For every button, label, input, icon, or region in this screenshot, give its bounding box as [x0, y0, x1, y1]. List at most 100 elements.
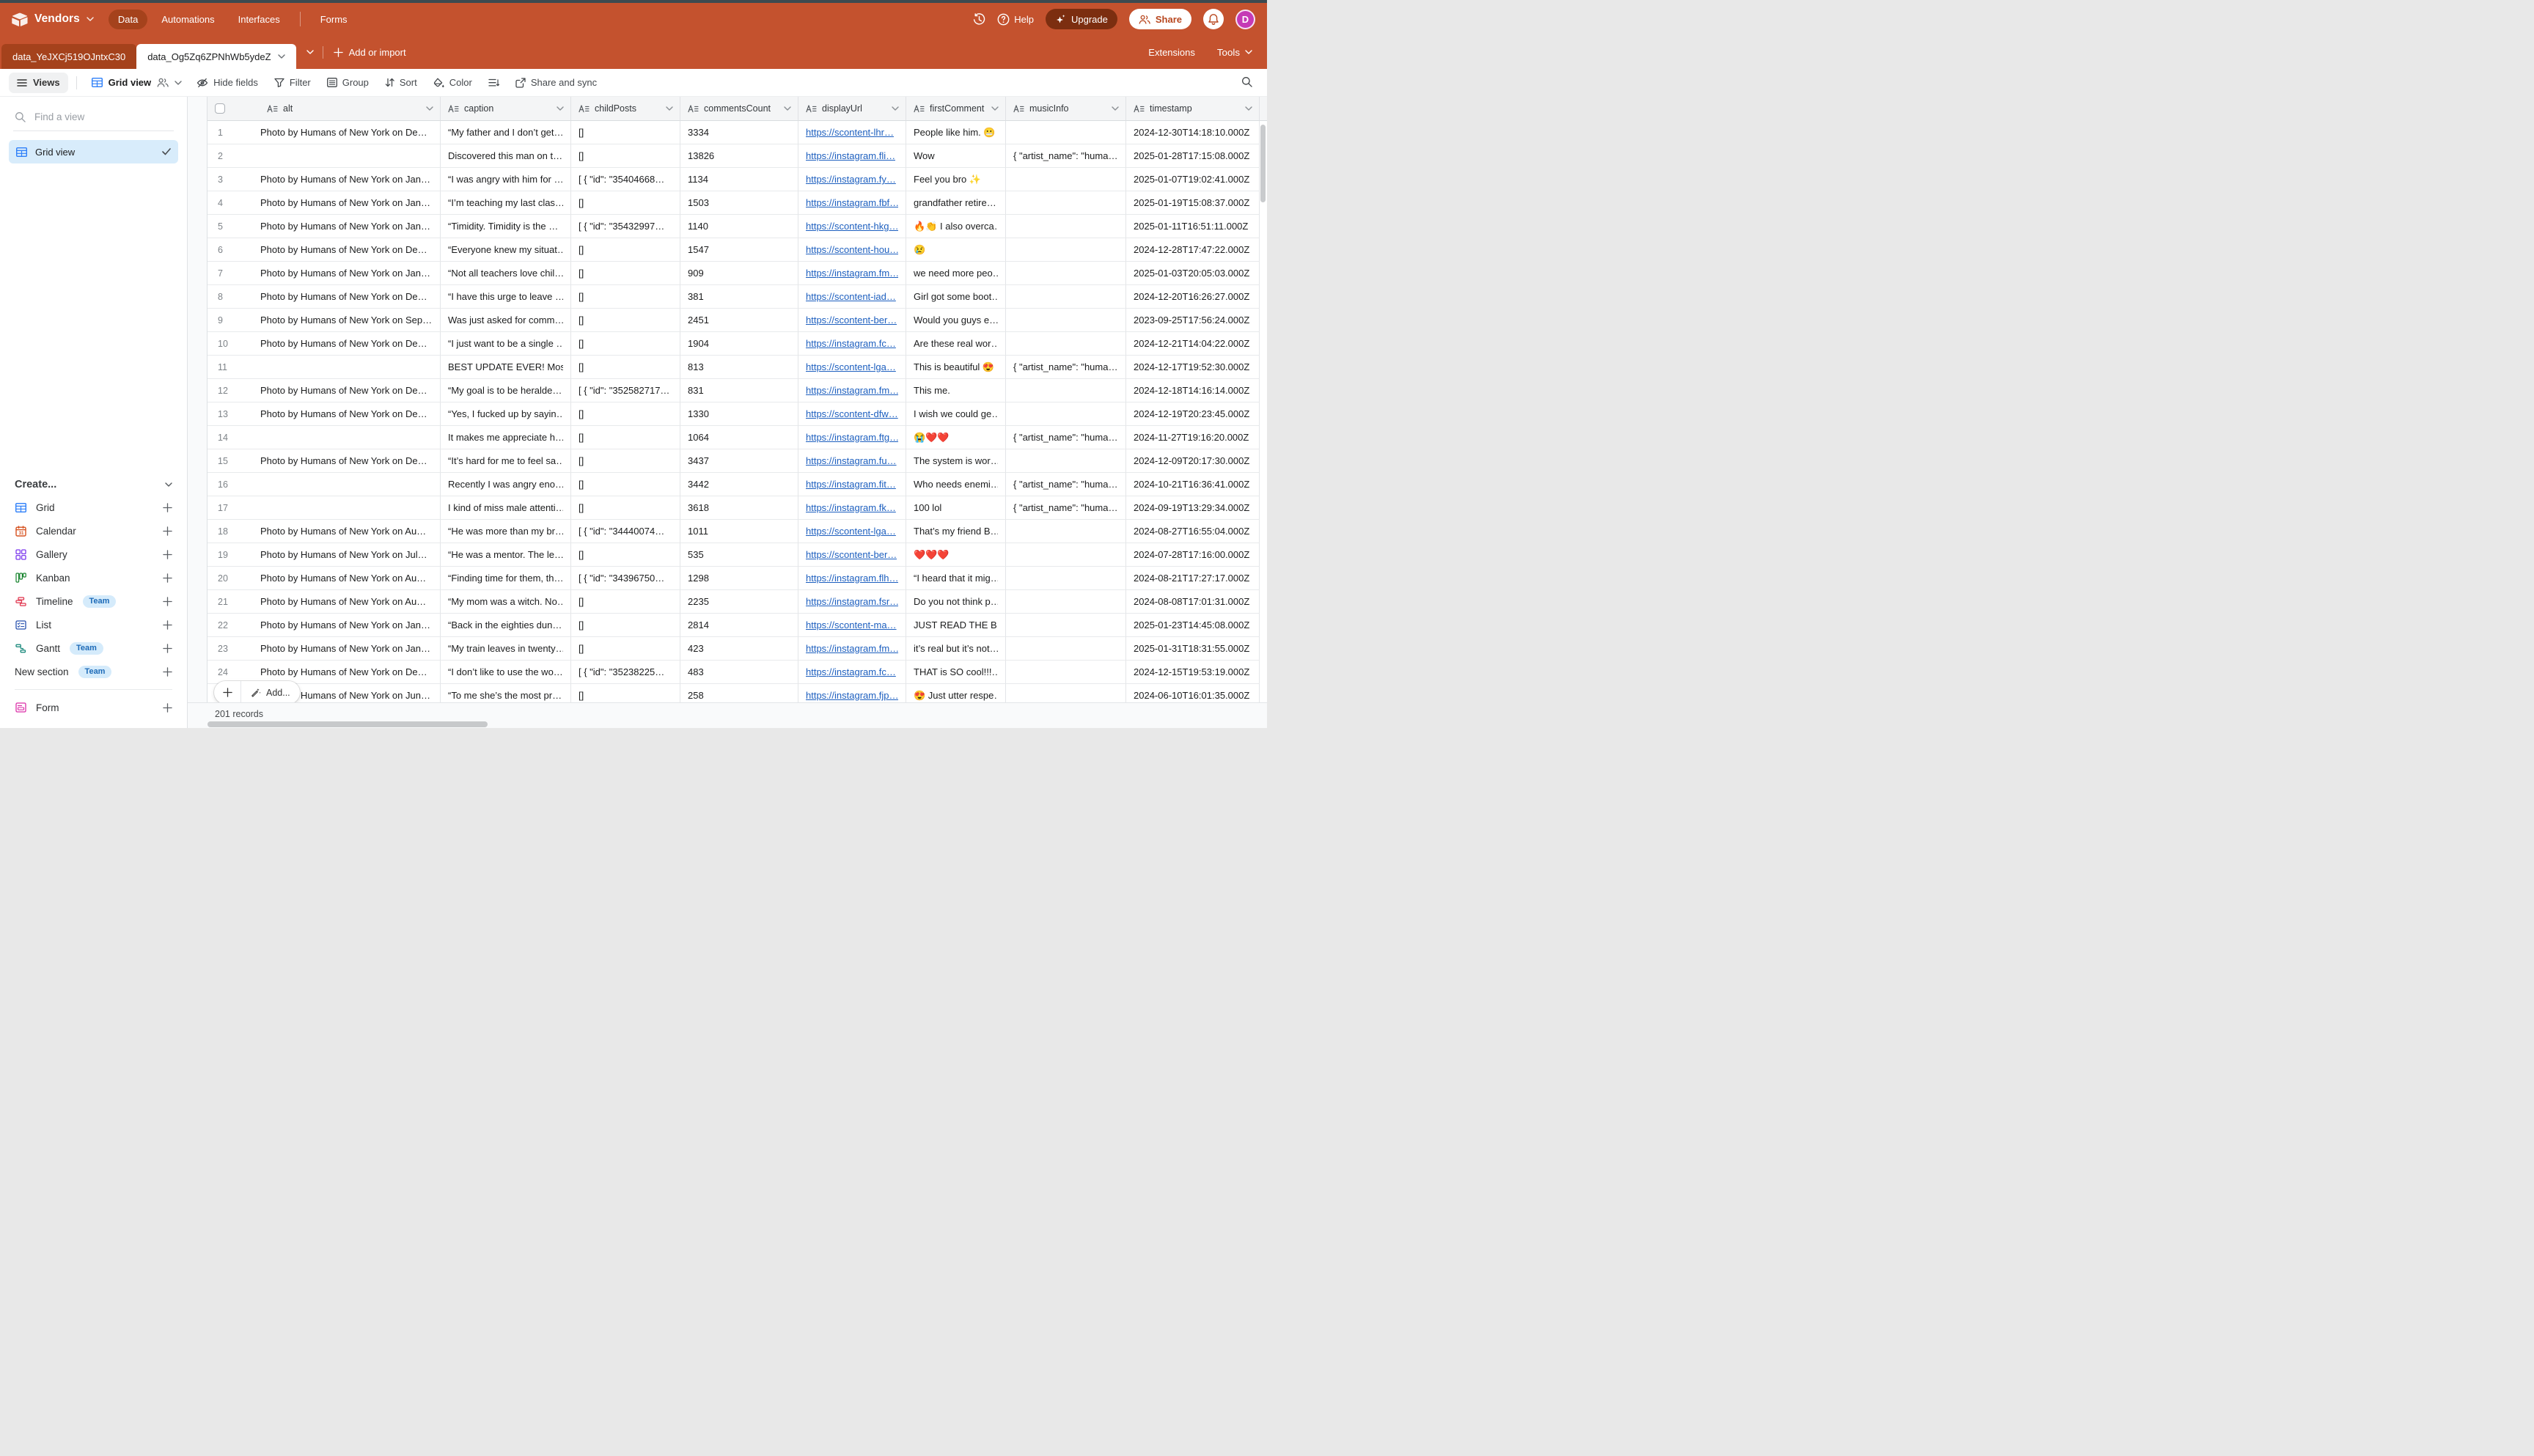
cell-musicinfo[interactable] — [1006, 121, 1126, 144]
cell-caption[interactable]: “It’s hard for me to feel sa… — [441, 449, 571, 473]
display-url-link[interactable]: https://scontent-ma… — [806, 619, 897, 630]
cell-musicinfo[interactable] — [1006, 402, 1126, 426]
cell-firstcomment[interactable]: Are these real wor… — [906, 332, 1006, 356]
cell-caption[interactable]: Was just asked for comm… — [441, 309, 571, 332]
cell-commentscount[interactable]: 483 — [680, 661, 798, 684]
cell-musicinfo[interactable] — [1006, 637, 1126, 661]
plus-icon[interactable] — [163, 620, 172, 630]
cell-timestamp[interactable]: 2024-11-27T19:16:20.000Z — [1126, 426, 1260, 449]
cell-commentscount[interactable]: 1140 — [680, 215, 798, 238]
cell-alt[interactable]: 6 Photo by Humans of New York on De… — [208, 238, 441, 262]
cell-displayurl[interactable]: https://instagram.fit… — [798, 473, 906, 496]
cell-caption[interactable]: “He was more than my br… — [441, 520, 571, 543]
display-url-link[interactable]: https://instagram.fc… — [806, 338, 896, 349]
create-item-kanban[interactable]: Kanban — [9, 566, 178, 589]
cell-childposts[interactable]: [] — [571, 238, 680, 262]
cell-alt[interactable]: 23 Photo by Humans of New York on Jan… — [208, 637, 441, 661]
cell-musicinfo[interactable]: { "artist_name": "huma… — [1006, 496, 1126, 520]
cell-timestamp[interactable]: 2025-01-11T16:51:11.000Z — [1126, 215, 1260, 238]
tools-button[interactable]: Tools — [1217, 47, 1252, 58]
cell-timestamp[interactable]: 2024-12-09T20:17:30.000Z — [1126, 449, 1260, 473]
cell-firstcomment[interactable]: 100 lol — [906, 496, 1006, 520]
extensions-button[interactable]: Extensions — [1148, 47, 1195, 58]
cell-musicinfo[interactable] — [1006, 684, 1126, 702]
cell-caption[interactable]: “He was a mentor. The le… — [441, 543, 571, 567]
cell-timestamp[interactable]: 2024-08-27T16:55:04.000Z — [1126, 520, 1260, 543]
toolbar-sort-button[interactable]: Sort — [377, 73, 425, 93]
display-url-link[interactable]: https://instagram.fbf… — [806, 197, 898, 208]
display-url-link[interactable]: https://scontent-hkg… — [806, 221, 898, 232]
cell-childposts[interactable]: [] — [571, 590, 680, 614]
add-or-import-button[interactable]: Add or import — [334, 47, 406, 58]
cell-firstcomment[interactable]: This is beautiful 😍 — [906, 356, 1006, 379]
toolbar-group-button[interactable]: Group — [319, 73, 377, 93]
display-url-link[interactable]: https://instagram.fsr… — [806, 596, 898, 607]
cell-childposts[interactable]: [] — [571, 332, 680, 356]
cell-childposts[interactable]: [] — [571, 402, 680, 426]
display-url-link[interactable]: https://instagram.fit… — [806, 479, 896, 490]
column-header-commentscount[interactable]: commentsCount — [680, 97, 798, 121]
add-with-ai-button[interactable]: Add... — [241, 681, 300, 704]
cell-alt[interactable]: 22 Photo by Humans of New York on Jan… — [208, 614, 441, 637]
find-view-input[interactable] — [33, 111, 172, 123]
cell-firstcomment[interactable]: This me. — [906, 379, 1006, 402]
cell-timestamp[interactable]: 2024-12-28T17:47:22.000Z — [1126, 238, 1260, 262]
tab-list-chevron-icon[interactable] — [306, 50, 314, 54]
cell-alt[interactable]: 18 Photo by Humans of New York on Au… — [208, 520, 441, 543]
cell-caption[interactable]: I kind of miss male attenti… — [441, 496, 571, 520]
chevron-down-icon[interactable] — [1245, 106, 1252, 111]
cell-childposts[interactable]: [ { "id": "35432997… — [571, 215, 680, 238]
cell-displayurl[interactable]: https://instagram.fjp… — [798, 684, 906, 702]
column-header-displayurl[interactable]: displayUrl — [798, 97, 906, 121]
display-url-link[interactable]: https://instagram.fm… — [806, 385, 898, 396]
nav-item-automations[interactable]: Automations — [152, 10, 224, 29]
plus-icon[interactable] — [163, 550, 172, 559]
cell-childposts[interactable]: [] — [571, 121, 680, 144]
cell-firstcomment[interactable]: it’s real but it’s not… — [906, 637, 1006, 661]
cell-firstcomment[interactable]: Do you not think p… — [906, 590, 1006, 614]
cell-commentscount[interactable]: 3437 — [680, 449, 798, 473]
plus-icon[interactable] — [163, 703, 172, 713]
cell-childposts[interactable]: [] — [571, 496, 680, 520]
cell-firstcomment[interactable]: THAT is SO cool!!!… — [906, 661, 1006, 684]
base-switcher[interactable]: Vendors — [12, 12, 94, 26]
cell-displayurl[interactable]: https://scontent-lga… — [798, 356, 906, 379]
cell-displayurl[interactable]: https://instagram.fm… — [798, 262, 906, 285]
cell-timestamp[interactable]: 2024-12-21T14:04:22.000Z — [1126, 332, 1260, 356]
cell-displayurl[interactable]: https://instagram.flh… — [798, 567, 906, 590]
cell-caption[interactable]: BEST UPDATE EVER! Mos… — [441, 356, 571, 379]
cell-alt[interactable]: 16 — [208, 473, 441, 496]
cell-alt[interactable]: 3 Photo by Humans of New York on Jan… — [208, 168, 441, 191]
cell-musicinfo[interactable] — [1006, 567, 1126, 590]
display-url-link[interactable]: https://instagram.fy… — [806, 174, 896, 185]
cell-commentscount[interactable]: 2814 — [680, 614, 798, 637]
cell-displayurl[interactable]: https://scontent-ber… — [798, 309, 906, 332]
cell-displayurl[interactable]: https://instagram.fk… — [798, 496, 906, 520]
plus-icon[interactable] — [163, 573, 172, 583]
cell-displayurl[interactable]: https://scontent-ma… — [798, 614, 906, 637]
cell-displayurl[interactable]: https://instagram.fsr… — [798, 590, 906, 614]
cell-firstcomment[interactable]: 😍 Just utter respe… — [906, 684, 1006, 702]
cell-firstcomment[interactable]: 😢 — [906, 238, 1006, 262]
chevron-down-icon[interactable] — [1112, 106, 1119, 111]
cell-musicinfo[interactable]: { "artist_name": "huma… — [1006, 473, 1126, 496]
cell-commentscount[interactable]: 1503 — [680, 191, 798, 215]
cell-childposts[interactable]: [ { "id": "35404668… — [571, 168, 680, 191]
cell-firstcomment[interactable]: Would you guys e… — [906, 309, 1006, 332]
cell-timestamp[interactable]: 2025-01-23T14:45:08.000Z — [1126, 614, 1260, 637]
cell-commentscount[interactable]: 1298 — [680, 567, 798, 590]
cell-musicinfo[interactable] — [1006, 449, 1126, 473]
cell-timestamp[interactable]: 2024-12-17T19:52:30.000Z — [1126, 356, 1260, 379]
toolbar-color-button[interactable]: Color — [425, 73, 480, 93]
cell-displayurl[interactable]: https://instagram.fli… — [798, 144, 906, 168]
cell-timestamp[interactable]: 2024-12-20T16:26:27.000Z — [1126, 285, 1260, 309]
cell-commentscount[interactable]: 2235 — [680, 590, 798, 614]
cell-childposts[interactable]: [] — [571, 262, 680, 285]
cell-commentscount[interactable]: 1904 — [680, 332, 798, 356]
display-url-link[interactable]: https://instagram.fm… — [806, 643, 898, 654]
cell-childposts[interactable]: [] — [571, 144, 680, 168]
cell-firstcomment[interactable]: Who needs enemi… — [906, 473, 1006, 496]
cell-alt[interactable]: 1 Photo by Humans of New York on De… — [208, 121, 441, 144]
cell-alt[interactable]: 2 — [208, 144, 441, 168]
cell-caption[interactable]: “To me she’s the most pr… — [441, 684, 571, 702]
